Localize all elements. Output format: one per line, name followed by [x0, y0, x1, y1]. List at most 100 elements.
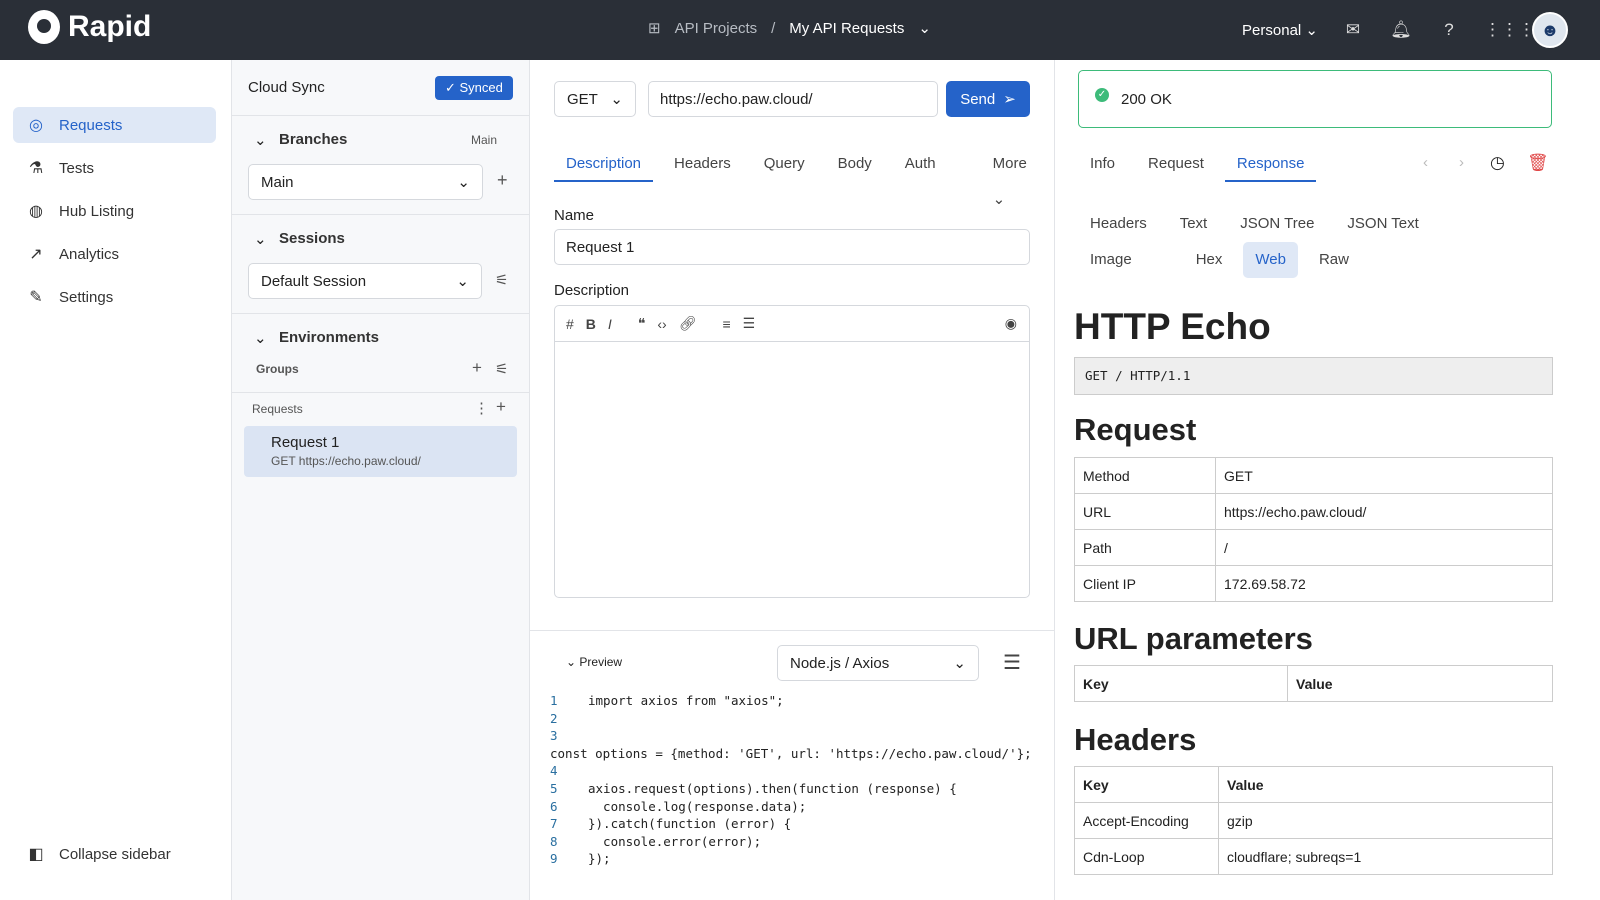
tab-response[interactable]: Response: [1224, 146, 1317, 182]
bullet-list-icon[interactable]: ≡: [722, 316, 730, 332]
apps-grid-icon[interactable]: ⋮⋮⋮: [1484, 20, 1535, 40]
italic-icon[interactable]: I: [608, 316, 612, 332]
line-number: 7: [550, 816, 558, 832]
session-select[interactable]: Default Session ⌄: [248, 263, 482, 299]
sidebar-item-settings[interactable]: ✎ Settings: [13, 279, 216, 315]
synced-badge[interactable]: ✓ Synced: [435, 76, 513, 100]
add-group-icon[interactable]: +: [472, 358, 482, 378]
subtab-text[interactable]: Text: [1168, 206, 1220, 242]
code-line: 1 import axios from "axios";: [550, 692, 1054, 710]
help-icon[interactable]: ?: [1436, 20, 1462, 40]
chevron-left-icon[interactable]: ‹: [1423, 154, 1428, 171]
request-heading: Request: [1074, 412, 1197, 447]
subtab-web[interactable]: Web: [1243, 242, 1298, 278]
add-request-icon[interactable]: +: [496, 397, 506, 417]
session-value: Default Session: [261, 272, 367, 290]
chevron-down-icon[interactable]: ⌄: [254, 131, 267, 149]
sliders-icon[interactable]: ⚟: [495, 271, 508, 289]
current-branch: Main: [471, 133, 498, 147]
branches-heading[interactable]: Branches: [279, 131, 347, 148]
chevron-down-icon[interactable]: ⌄: [254, 230, 267, 248]
code-line: 8 console.error(error);: [550, 833, 1054, 851]
synced-label: Synced: [459, 80, 503, 95]
more-label: More: [992, 155, 1027, 172]
name-input[interactable]: Request 1: [554, 229, 1030, 265]
code-preview: 1 import axios from "axios"; 2 3const optio…: [550, 692, 1054, 868]
row-key: Client IP: [1074, 565, 1216, 602]
avatar[interactable]: ☻: [1532, 12, 1568, 48]
numbered-list-icon[interactable]: ☰: [743, 315, 756, 332]
code-line: 3const options = {method: 'GET', url: 'h…: [550, 727, 1054, 762]
heading-icon[interactable]: #: [566, 316, 574, 332]
menu-icon[interactable]: ☰: [1003, 650, 1021, 675]
row-value: https://echo.paw.cloud/: [1215, 493, 1553, 530]
subtab-image[interactable]: Image: [1078, 242, 1144, 278]
chevron-down-icon: ⌄: [953, 655, 966, 672]
sessions-heading[interactable]: Sessions: [279, 230, 345, 247]
value-header: Value: [1218, 766, 1553, 803]
url-input[interactable]: https://echo.paw.cloud/: [648, 81, 938, 117]
add-branch-icon[interactable]: +: [497, 170, 508, 191]
environments-heading[interactable]: Environments: [279, 329, 379, 346]
collapse-sidebar-button[interactable]: ◧ Collapse sidebar: [13, 836, 216, 872]
branches-section: ⌄ Branches Main Main ⌄ +: [232, 115, 530, 214]
rapid-logo-icon: [28, 10, 60, 44]
subtab-json-tree[interactable]: JSON Tree: [1228, 206, 1326, 242]
breadcrumb-current[interactable]: My API Requests: [789, 20, 904, 37]
chevron-down-icon[interactable]: ⌄: [918, 19, 931, 37]
eye-icon[interactable]: ◉: [1005, 315, 1017, 332]
chevron-down-icon: ⌄: [610, 91, 623, 108]
inbox-icon[interactable]: ✉: [1340, 20, 1366, 40]
code-line: 5 axios.request(options).then(function (r…: [550, 780, 1054, 798]
chevron-right-icon[interactable]: ›: [1459, 154, 1464, 171]
sidebar-item-requests[interactable]: ◎ Requests: [13, 107, 216, 143]
row-value: GET: [1215, 457, 1553, 494]
bold-icon[interactable]: B: [586, 316, 596, 332]
sidebar-item-tests[interactable]: ⚗ Tests: [13, 150, 216, 186]
send-button[interactable]: Send ➢: [946, 81, 1030, 117]
subtab-json-text[interactable]: JSON Text: [1335, 206, 1430, 242]
sidebar-item-hub-listing[interactable]: ◍ Hub Listing: [13, 193, 216, 229]
sliders-icon[interactable]: ⚟: [495, 360, 508, 378]
preview-label: Preview: [579, 655, 623, 669]
subtab-hex[interactable]: Hex: [1184, 242, 1235, 278]
row-key: Accept-Encoding: [1074, 802, 1219, 839]
description-editor[interactable]: # B I ❝ ‹› 🔗︎ ≡ ☰ ◉: [554, 305, 1030, 598]
brand-logo[interactable]: Rapid: [28, 10, 151, 44]
code-icon[interactable]: ‹›: [657, 316, 666, 332]
check-icon: ✓: [445, 80, 460, 95]
sidebar-item-label: Tests: [59, 159, 95, 177]
method-select[interactable]: GET ⌄: [554, 81, 636, 117]
subtab-raw[interactable]: Raw: [1307, 242, 1361, 278]
quote-icon[interactable]: ❝: [638, 315, 646, 332]
tab-more[interactable]: More ⌄: [981, 146, 1045, 208]
line-number: 2: [550, 710, 558, 726]
workspace-selector[interactable]: Personal ⌄: [1242, 21, 1318, 39]
breadcrumb: ⊞ API Projects / My API Requests ⌄: [648, 19, 931, 38]
tab-description[interactable]: Description: [554, 146, 654, 182]
url-params-table: Key Value: [1074, 665, 1553, 702]
more-vertical-icon[interactable]: ⋮: [474, 399, 489, 417]
tab-query[interactable]: Query: [752, 146, 817, 182]
sidebar-item-analytics[interactable]: ↗ Analytics: [13, 236, 216, 272]
breadcrumb-root[interactable]: API Projects: [675, 20, 758, 37]
history-icon[interactable]: ◷: [1490, 153, 1505, 173]
tab-headers[interactable]: Headers: [662, 146, 743, 182]
code-line: 4: [550, 762, 1054, 780]
chart-icon: ↗: [29, 246, 43, 263]
tab-info[interactable]: Info: [1078, 146, 1127, 182]
preview-toggle[interactable]: ⌄ Preview: [566, 655, 622, 669]
chevron-down-icon[interactable]: ⌄: [254, 329, 267, 347]
language-select[interactable]: Node.js / Axios ⌄: [777, 645, 979, 681]
request-list-item[interactable]: Request 1 GET https://echo.paw.cloud/: [244, 426, 517, 477]
bell-icon[interactable]: 🔔︎: [1388, 20, 1414, 40]
subtab-headers[interactable]: Headers: [1078, 206, 1159, 242]
row-key: URL: [1074, 493, 1216, 530]
link-icon[interactable]: 🔗︎: [679, 315, 697, 332]
tab-auth[interactable]: Auth: [893, 146, 948, 182]
branch-select[interactable]: Main ⌄: [248, 164, 483, 200]
tab-request[interactable]: Request: [1136, 146, 1216, 182]
response-tabs: Info Request Response: [1078, 146, 1325, 182]
trash-icon[interactable]: 🗑︎: [1527, 153, 1549, 173]
tab-body[interactable]: Body: [826, 146, 884, 182]
